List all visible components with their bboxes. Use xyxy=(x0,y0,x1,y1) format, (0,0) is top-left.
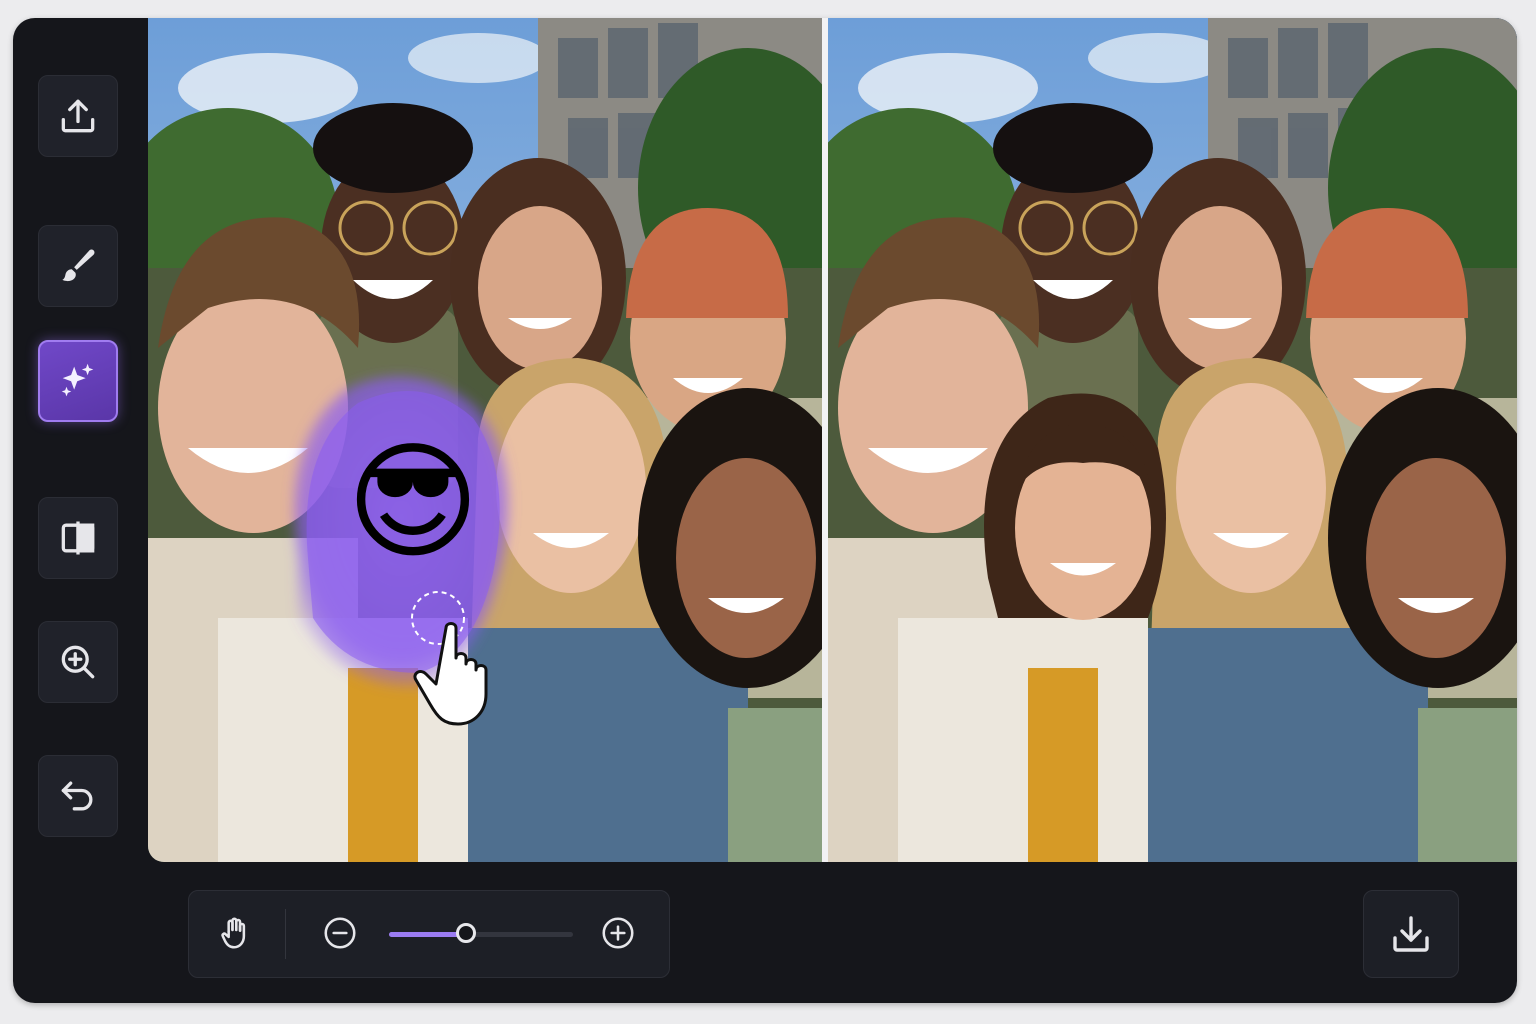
zoom-in-button[interactable] xyxy=(598,913,638,953)
tool-sidebar xyxy=(13,18,148,1003)
download-icon xyxy=(1393,916,1429,952)
image-canvas[interactable]: 😎 xyxy=(148,18,1517,862)
bottom-toolbar xyxy=(13,862,1517,1003)
brush-button[interactable] xyxy=(38,225,118,307)
group-selfie-result-photo xyxy=(828,18,1517,862)
paintbrush-icon xyxy=(62,249,95,282)
download-button[interactable] xyxy=(1363,890,1459,978)
pointer-hand-icon xyxy=(413,622,488,726)
ai-enhance-button[interactable] xyxy=(38,340,118,422)
brush-cursor xyxy=(411,591,488,726)
zoom-button[interactable] xyxy=(38,621,118,703)
upload-icon xyxy=(61,99,95,133)
result-photo-pane[interactable] xyxy=(828,18,1517,862)
undo-icon xyxy=(61,781,93,811)
pan-tool-button[interactable] xyxy=(215,913,255,953)
minus-circle-icon xyxy=(324,917,356,949)
compare-button[interactable] xyxy=(38,497,118,579)
toolbar-separator xyxy=(285,909,286,959)
zoom-slider[interactable] xyxy=(389,923,573,943)
zoom-out-button[interactable] xyxy=(320,913,360,953)
photo-editor-app: 😎 xyxy=(13,18,1517,1003)
undo-button[interactable] xyxy=(38,755,118,837)
sparkles-icon xyxy=(61,363,94,397)
zoom-slider-thumb[interactable] xyxy=(456,923,477,943)
zoom-in-icon xyxy=(61,645,95,679)
edited-photo-pane[interactable]: 😎 xyxy=(148,18,822,862)
split-compare-icon xyxy=(61,521,95,555)
hand-icon xyxy=(221,917,246,949)
zoom-controls xyxy=(188,890,670,978)
plus-circle-icon xyxy=(602,917,634,949)
sunglasses-emoji-sticker[interactable]: 😎 xyxy=(338,428,488,578)
zoom-slider-fill xyxy=(389,932,467,937)
upload-button[interactable] xyxy=(38,75,118,157)
